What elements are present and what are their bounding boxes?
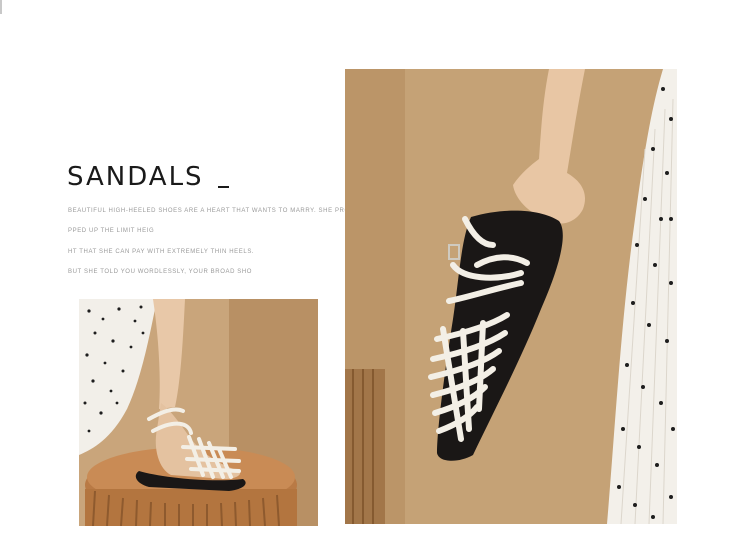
- description-line-1: BEAUTIFUL HIGH-HEELED SHOES ARE A HEART …: [68, 208, 350, 214]
- title-underscore-mark: [217, 186, 229, 188]
- hand-sandal-photo: [345, 69, 677, 524]
- hand-sandal-illustration: [345, 69, 677, 524]
- foot-sandal-illustration: [79, 299, 318, 526]
- foot-sandal-photo: [79, 299, 318, 526]
- description-line-3: HT THAT SHE CAN PAY WITH EXTREMELY THIN …: [68, 249, 255, 255]
- description-line-4: BUT SHE TOLD YOU WORDLESSLY, YOUR BROAD …: [68, 269, 253, 275]
- headline: SANDALS: [67, 160, 229, 192]
- page-title: SANDALS: [67, 162, 204, 192]
- description-line-2: PPED UP THE LIMIT HEIG: [68, 228, 155, 234]
- corner-mark: [0, 0, 2, 14]
